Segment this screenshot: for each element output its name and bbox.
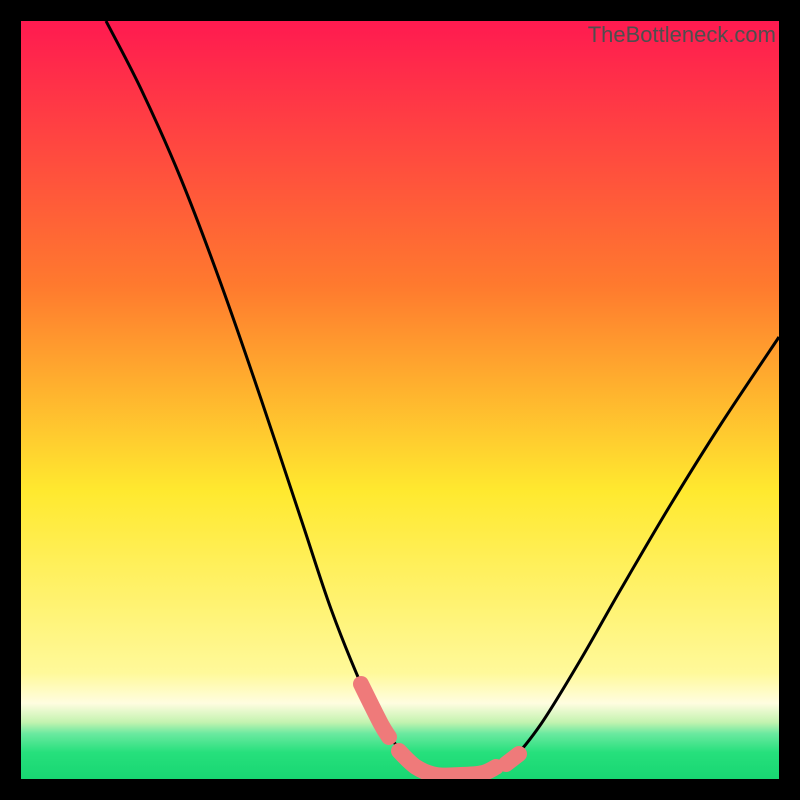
chart-frame	[21, 21, 779, 779]
chart-curves	[21, 21, 779, 779]
accent-segment-1	[399, 751, 496, 776]
accent-segment-0	[361, 684, 389, 737]
v-curve	[106, 21, 779, 776]
accent-segment-2	[506, 754, 519, 764]
watermark-text: TheBottleneck.com	[588, 22, 776, 48]
